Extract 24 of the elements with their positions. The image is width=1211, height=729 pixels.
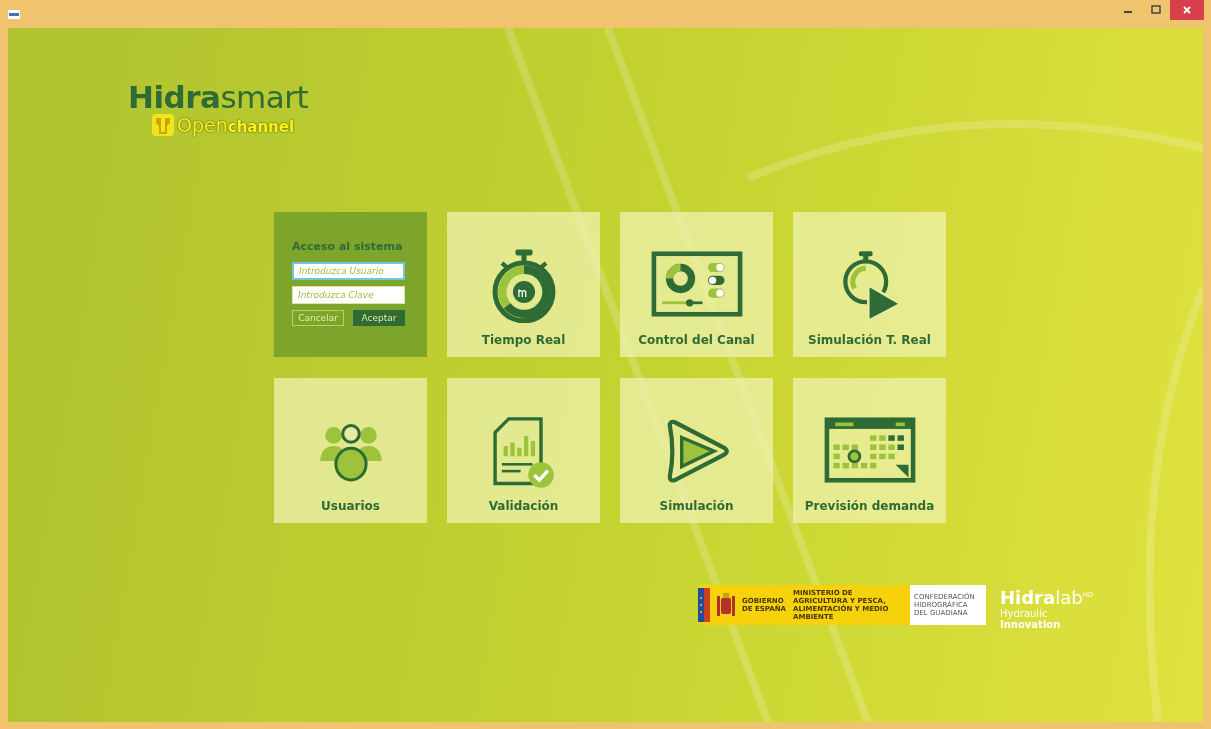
module-tile[interactable]: Control del Canal: [620, 212, 773, 357]
product-logo-text: Openchannel: [177, 114, 295, 136]
username-field[interactable]: Introduzca Usuario: [292, 262, 405, 280]
accept-button[interactable]: Aceptar: [353, 310, 405, 326]
module-tile[interactable]: Tiempo Real: [447, 212, 600, 357]
close-icon: [1182, 5, 1192, 15]
close-button[interactable]: [1170, 0, 1204, 20]
login-title: Acceso al sistema: [292, 240, 404, 254]
calendar-icon: [823, 417, 916, 483]
hidralab-logo-text: Hidralab$^{HD}$: [1000, 586, 1094, 608]
app-icon: [8, 9, 20, 19]
password-field[interactable]: Introduzca Clave: [292, 286, 405, 304]
control-panel-icon: [650, 251, 743, 317]
module-tile[interactable]: Simulación: [620, 378, 773, 523]
module-tile[interactable]: Validación: [447, 378, 600, 523]
brand-logo-text: Hidrasmart: [128, 80, 310, 114]
maximize-icon: [1151, 5, 1161, 15]
module-tile[interactable]: Simulación T. Real: [793, 212, 946, 357]
module-tile[interactable]: Usuarios: [274, 378, 427, 523]
tagline-text: Hydraulic: [1000, 608, 1048, 619]
coat-of-arms-icon: [715, 592, 737, 618]
module-tile[interactable]: Previsión demanda: [793, 378, 946, 523]
channel-icon: [152, 114, 174, 136]
tagline-text: Innovation: [1000, 619, 1062, 630]
